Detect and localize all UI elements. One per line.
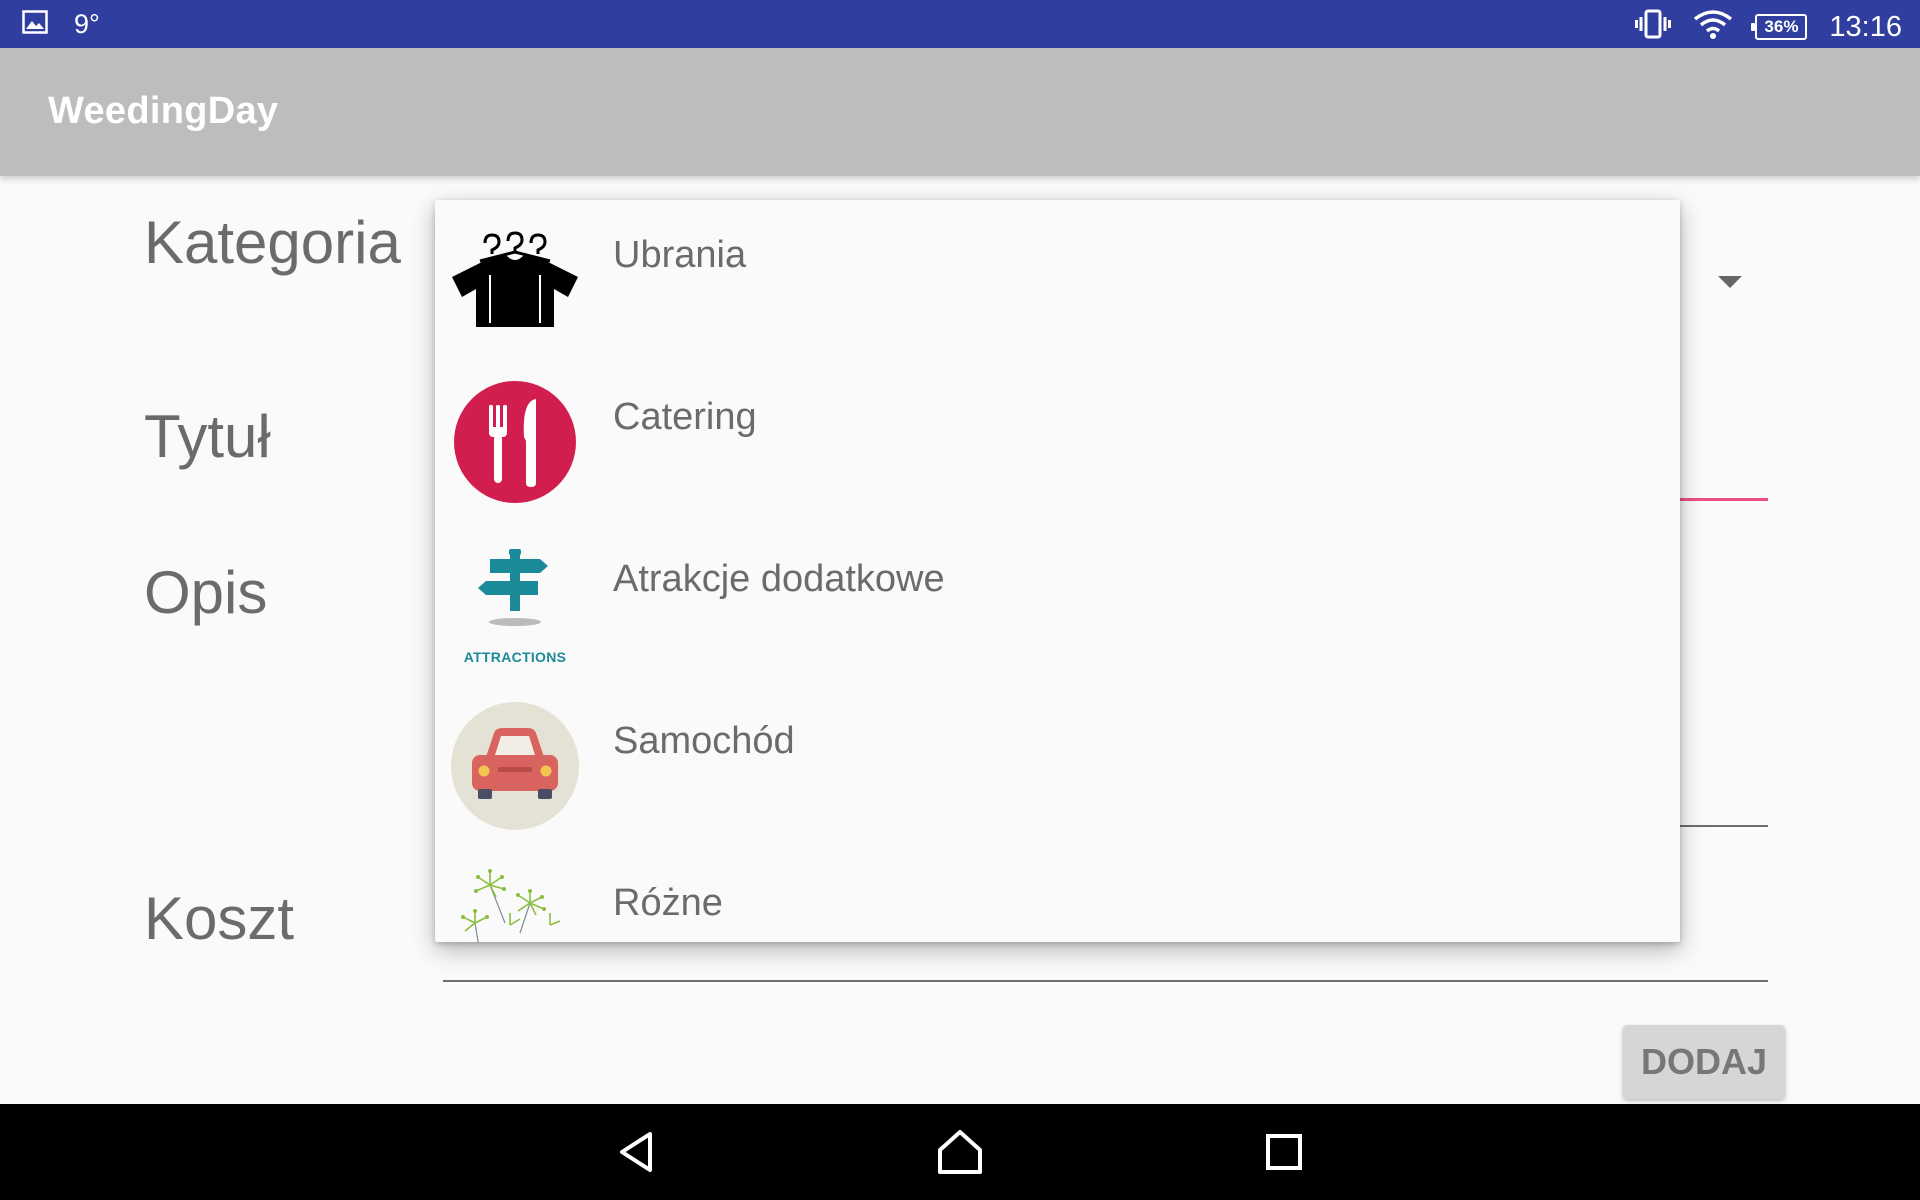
dandelion-icon: [450, 863, 580, 942]
gallery-notification-icon: [22, 9, 48, 39]
dropdown-item-label: Różne: [613, 882, 723, 924]
title-label: Tytuł: [144, 403, 271, 470]
app-bar: WeedingDay: [0, 48, 1920, 176]
home-icon: [938, 1130, 982, 1174]
signpost-attractions-icon: ATTRACTIONS: [450, 539, 580, 669]
cost-input[interactable]: [443, 980, 1768, 982]
dropdown-item-samochod[interactable]: Samochód: [435, 686, 1680, 848]
back-triangle-icon: [620, 1132, 652, 1172]
battery-icon: 36%: [1751, 13, 1808, 40]
dropdown-item-label: Catering: [613, 396, 757, 438]
home-button[interactable]: [932, 1124, 988, 1180]
recents-square-icon: [1266, 1134, 1302, 1170]
dropdown-item-label: Samochód: [613, 720, 795, 762]
cost-label: Koszt: [144, 885, 295, 952]
recents-button[interactable]: [1256, 1124, 1312, 1180]
clothes-hangers-icon: [450, 215, 580, 345]
description-label: Opis: [144, 559, 268, 626]
dropdown-item-rozne[interactable]: Różne: [435, 848, 1680, 942]
status-bar: 9° 36% 13:16: [0, 0, 1920, 48]
navigation-bar: [0, 1104, 1920, 1200]
dropdown-item-catering[interactable]: Catering: [435, 362, 1680, 524]
status-bar-right: 36% 13:16: [1635, 8, 1902, 45]
vibrate-icon: [1635, 9, 1672, 44]
back-button[interactable]: [608, 1124, 664, 1180]
attractions-caption: ATTRACTIONS: [463, 649, 567, 665]
category-spinner-arrow-icon[interactable]: [1718, 276, 1742, 288]
status-bar-left: 9°: [22, 9, 100, 39]
app-title: WeedingDay: [48, 90, 279, 132]
wifi-icon: [1693, 8, 1733, 45]
category-dropdown[interactable]: Ubrania Catering ATTRACTIONS Atrakcje do…: [435, 200, 1680, 942]
clock-text: 13:16: [1829, 10, 1902, 43]
temperature-text: 9°: [74, 9, 100, 39]
category-label: Kategoria: [144, 209, 401, 276]
add-button[interactable]: DODAJ: [1623, 1025, 1785, 1099]
dropdown-item-ubrania[interactable]: Ubrania: [435, 200, 1680, 362]
fork-knife-icon: [450, 377, 580, 507]
dropdown-item-label: Atrakcje dodatkowe: [613, 558, 945, 600]
car-icon: [450, 701, 580, 831]
dropdown-item-label: Ubrania: [613, 234, 747, 276]
dropdown-item-atrakcje[interactable]: ATTRACTIONS Atrakcje dodatkowe: [435, 524, 1680, 686]
